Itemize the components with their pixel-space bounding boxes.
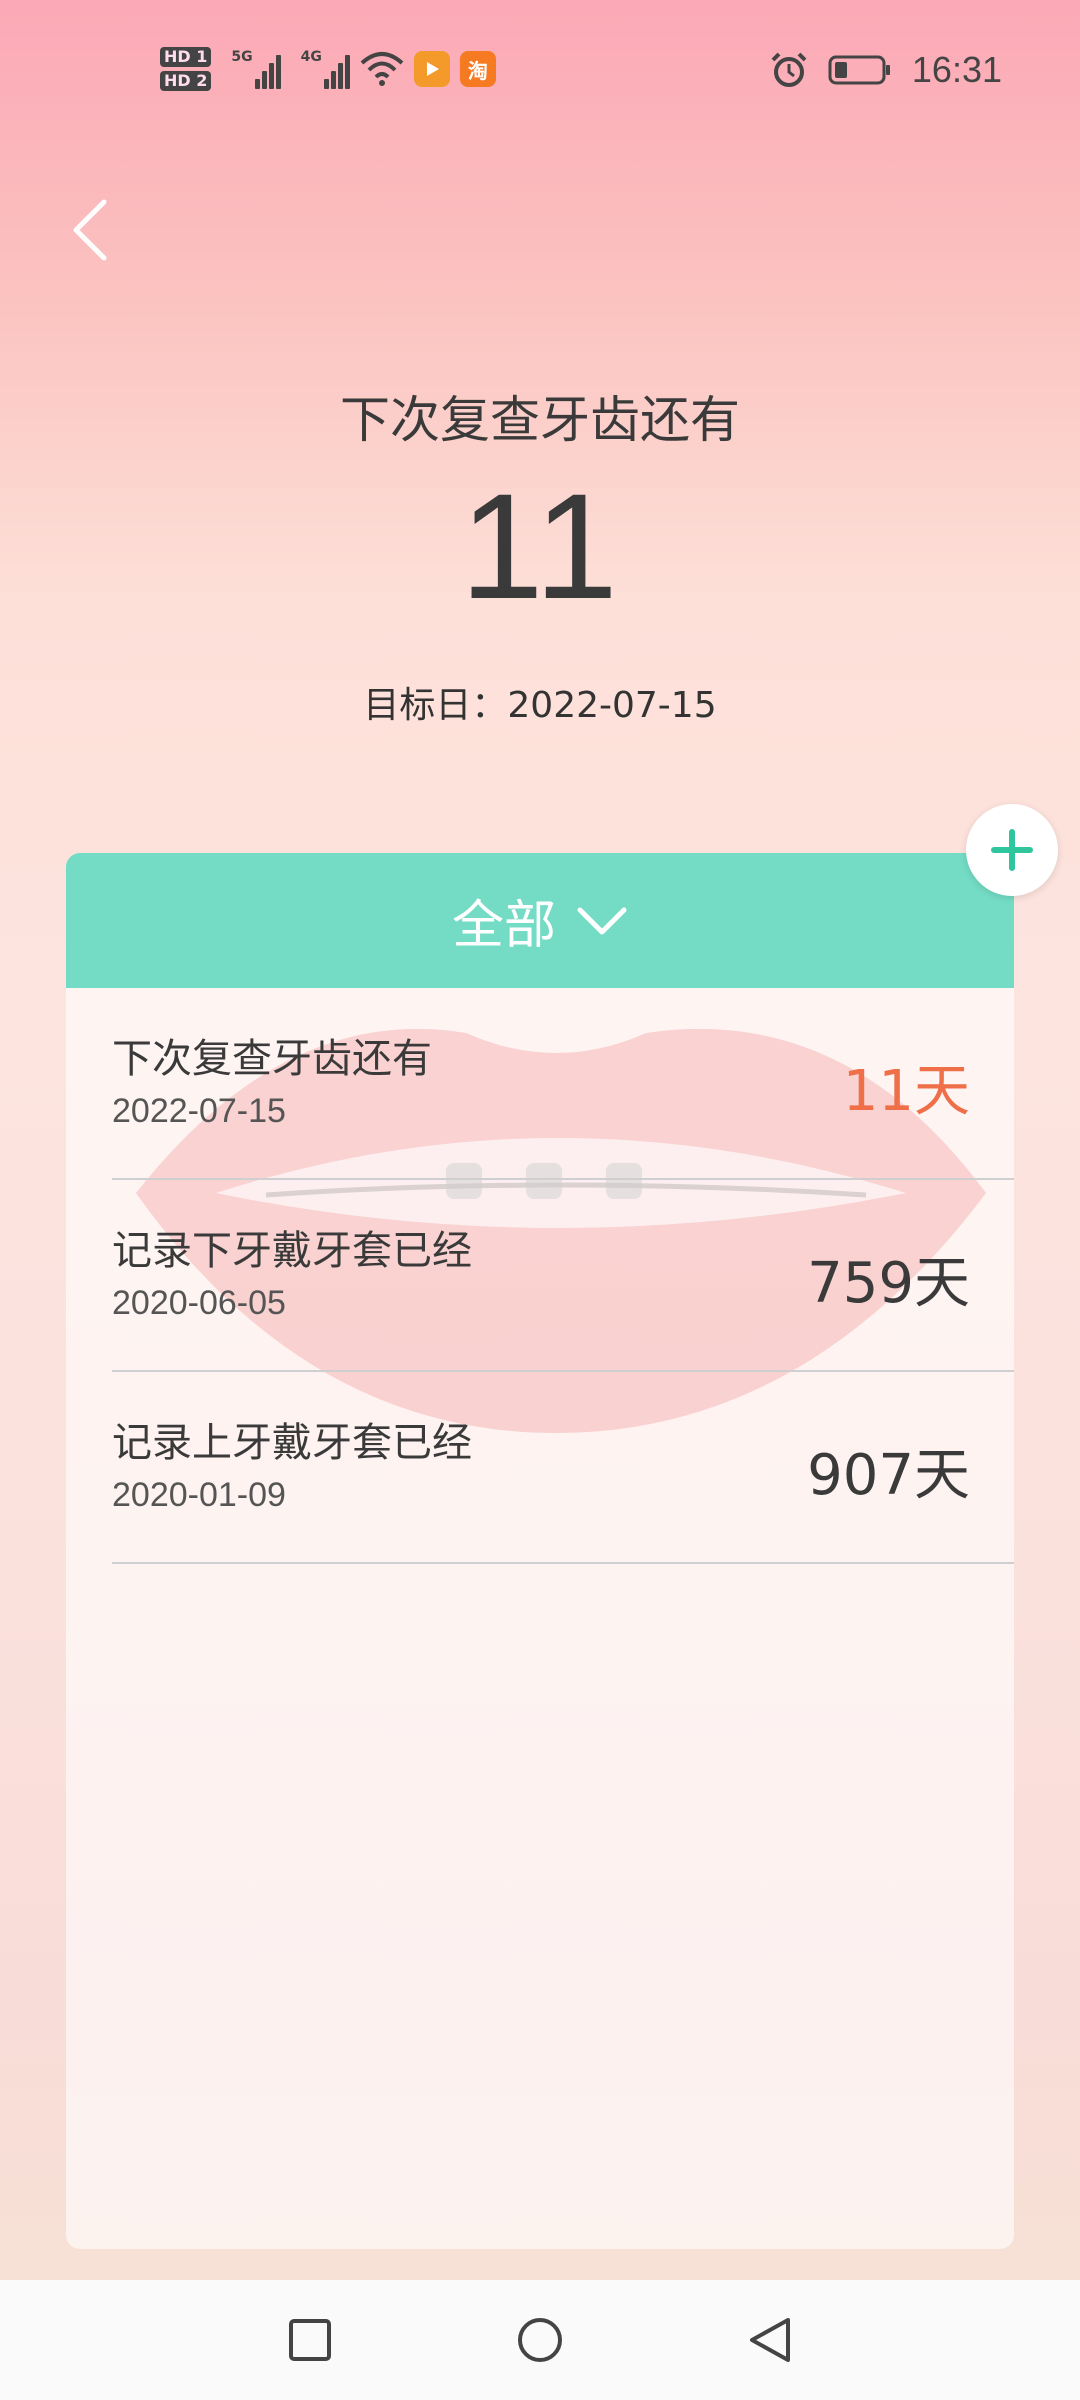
signal-5g-icon: 5G <box>231 49 281 89</box>
countdown-days-number: 11 <box>460 462 620 630</box>
filter-label: 全部 <box>451 896 556 956</box>
status-right: 16:31 <box>770 40 1002 100</box>
triangle-back-icon <box>750 2318 790 2362</box>
circle-icon <box>518 2318 562 2362</box>
alarm-icon <box>771 52 807 87</box>
add-event-button[interactable] <box>966 804 1058 896</box>
home-button[interactable] <box>500 2300 580 2380</box>
status-bar: HD 1 HD 2 5G 4G 淘 16:31 <box>0 0 1080 135</box>
hd1-label: HD 1 <box>160 47 212 67</box>
recent-apps-button[interactable] <box>270 2300 350 2380</box>
taobao-app-icon: 淘 <box>459 51 496 87</box>
list-item[interactable]: 记录下牙戴牙套已经 2020-06-05 759天 <box>112 1180 1014 1372</box>
back-button[interactable] <box>60 190 120 270</box>
back-nav-button[interactable] <box>730 2300 810 2380</box>
filter-dropdown[interactable]: 全部 <box>66 853 1014 988</box>
item-days: 907天 <box>807 1443 970 1508</box>
chevron-down-icon <box>577 907 627 934</box>
hd2-label: HD 2 <box>160 71 212 91</box>
wifi-icon <box>360 52 404 86</box>
chevron-left-icon <box>73 199 107 261</box>
battery-icon <box>828 55 890 85</box>
clock: 16:31 <box>911 49 1002 90</box>
item-date: 2022-07-15 <box>112 1092 286 1130</box>
list-item[interactable]: 记录上牙戴牙套已经 2020-01-09 907天 <box>112 1372 1014 1564</box>
item-title: 记录下牙戴牙套已经 <box>112 1228 472 1274</box>
item-days: 759天 <box>807 1251 970 1316</box>
item-title: 下次复查牙齿还有 <box>112 1036 432 1082</box>
item-days: 11天 <box>842 1059 970 1124</box>
list-item[interactable]: 下次复查牙齿还有 2022-07-15 11天 <box>112 988 1014 1180</box>
signal-4g-icon: 4G <box>301 49 350 89</box>
plus-icon <box>991 829 1033 871</box>
event-list-card: 全部 下次复查牙齿还有 2022-07-15 11天 记录下牙戴牙套已经 202… <box>66 853 1014 2249</box>
item-title: 记录上牙戴牙套已经 <box>112 1420 472 1466</box>
item-date: 2020-01-09 <box>112 1476 286 1514</box>
item-date: 2020-06-05 <box>112 1284 286 1322</box>
video-app-icon <box>413 51 450 87</box>
status-left: HD 1 HD 2 5G 4G 淘 <box>160 34 496 104</box>
countdown-title: 下次复查牙齿还有 <box>340 391 740 449</box>
target-date: 目标日：2022-07-15 <box>363 685 717 726</box>
hd-indicators: HD 1 HD 2 <box>160 47 212 91</box>
square-icon <box>289 2319 331 2361</box>
navigation-bar <box>0 2280 1080 2400</box>
